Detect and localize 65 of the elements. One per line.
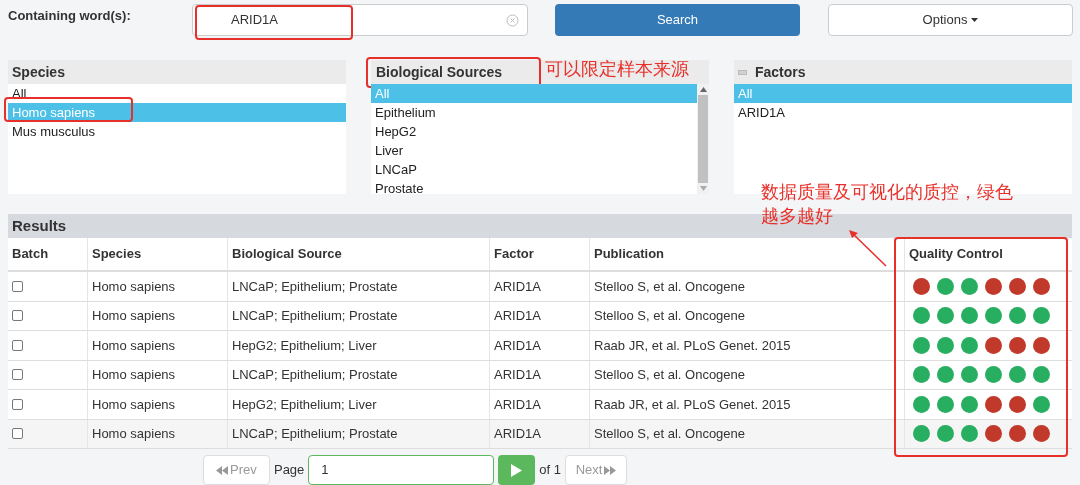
table-cell-text: ARID1A: [494, 425, 541, 443]
caret-icon: [971, 18, 979, 22]
table-cell-text: ARID1A: [494, 336, 541, 355]
table-cell-text: LNCaP; Epithelium; Prostate: [232, 277, 398, 296]
search-field[interactable]: ARID1A: [192, 4, 528, 36]
column-header: Quality Control: [909, 245, 1003, 264]
table-cell-text: Raab JR, et al. PLoS Genet. 2015: [594, 395, 791, 414]
page-count: of 1: [539, 461, 562, 480]
table-cell-text: ARID1A: [494, 277, 541, 296]
fast-forward-icon: [604, 465, 617, 475]
table-cell-text: LNCaP; Epithelium; Prostate: [232, 425, 398, 443]
go-button[interactable]: [498, 455, 536, 485]
row-checkbox[interactable]: [12, 280, 23, 292]
column-header: Factor: [494, 245, 534, 264]
play-icon: [511, 463, 523, 477]
row-checkbox[interactable]: [12, 310, 23, 322]
table-cell-text: ARID1A: [494, 366, 541, 384]
table-cell-text: Stelloo S, et al. Oncogene: [594, 366, 746, 384]
column-header: Biological Source: [232, 245, 342, 264]
scroll-up-icon[interactable]: [699, 87, 707, 92]
table-cell-text: Homo sapiens: [92, 336, 176, 355]
list-item[interactable]: Epithelium: [371, 103, 697, 122]
scrollbar[interactable]: [697, 84, 709, 194]
table-cell-text: LNCaP; Epithelium; Prostate: [232, 307, 398, 325]
search-button[interactable]: Search: [555, 4, 800, 36]
column-header: Batch: [12, 245, 49, 264]
table-cell-text: ARID1A: [494, 307, 541, 325]
list-item[interactable]: Liver: [371, 141, 697, 160]
list-item[interactable]: HepG2: [371, 122, 697, 141]
annotation-text: 可以限定样本来源: [545, 58, 689, 81]
row-checkbox[interactable]: [12, 339, 23, 351]
leader-line: [846, 228, 888, 268]
list-item[interactable]: LNCaP: [371, 160, 697, 179]
list-item[interactable]: Prostate: [371, 179, 697, 198]
page-field[interactable]: 1: [308, 455, 495, 485]
list-item[interactable]: ARID1A: [734, 103, 1072, 122]
page-label: Page: [273, 461, 305, 480]
panel-title: Species: [12, 62, 65, 82]
table-cell-text: Homo sapiens: [92, 366, 176, 384]
column-header: Publication: [594, 245, 665, 264]
field-value: ARID1A: [231, 11, 279, 30]
row-checkbox[interactable]: [12, 398, 23, 410]
table-cell-text: ARID1A: [494, 395, 541, 414]
rewind-icon: [216, 465, 229, 475]
table-cell-text: Homo sapiens: [92, 395, 176, 414]
annotation-text: 数据质量及可视化的质控，绿色越多越好: [761, 181, 1014, 228]
table-cell-text: Stelloo S, et al. Oncogene: [594, 307, 746, 325]
table-cell-text: Stelloo S, et al. Oncogene: [594, 277, 746, 296]
search-label: Containing word(s):: [8, 7, 132, 26]
table-cell-text: HepG2; Epithelium; Liver: [232, 336, 377, 355]
table-cell-text: Homo sapiens: [92, 307, 176, 325]
row-checkbox[interactable]: [12, 369, 23, 381]
panel-title: Biological Sources: [376, 62, 503, 82]
row-checkbox[interactable]: [12, 428, 23, 440]
table-cell-text: Homo sapiens: [92, 277, 176, 296]
table-cell-text: LNCaP; Epithelium; Prostate: [232, 366, 398, 384]
list-item[interactable]: Mus musculus: [8, 122, 346, 141]
table-cell-text: HepG2; Epithelium; Liver: [232, 395, 377, 414]
options-button[interactable]: Options: [828, 4, 1073, 36]
panel-title: Results: [12, 215, 67, 236]
table-cell-text: Stelloo S, et al. Oncogene: [594, 425, 746, 443]
panel-title: Factors: [755, 62, 806, 82]
table-cell-text: Raab JR, et al. PLoS Genet. 2015: [594, 336, 791, 355]
table-cell-text: Homo sapiens: [92, 425, 176, 443]
column-header: Species: [92, 245, 142, 264]
